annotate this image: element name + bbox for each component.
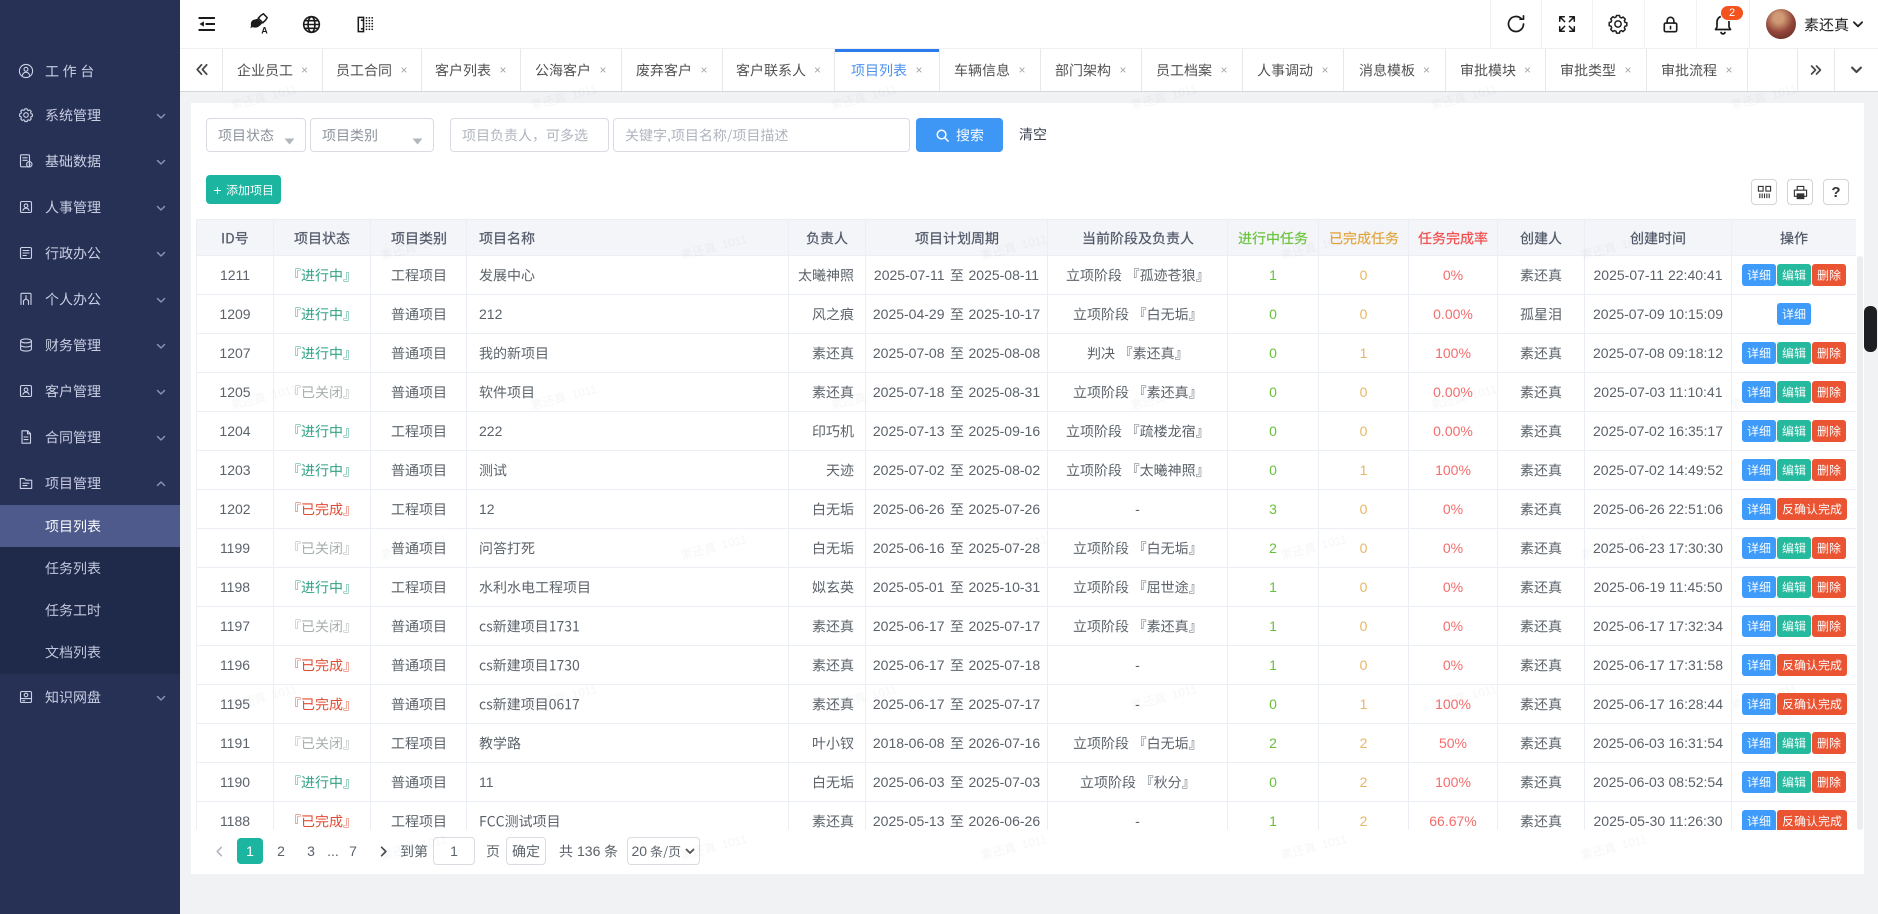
svg-text:A: A: [261, 26, 268, 36]
